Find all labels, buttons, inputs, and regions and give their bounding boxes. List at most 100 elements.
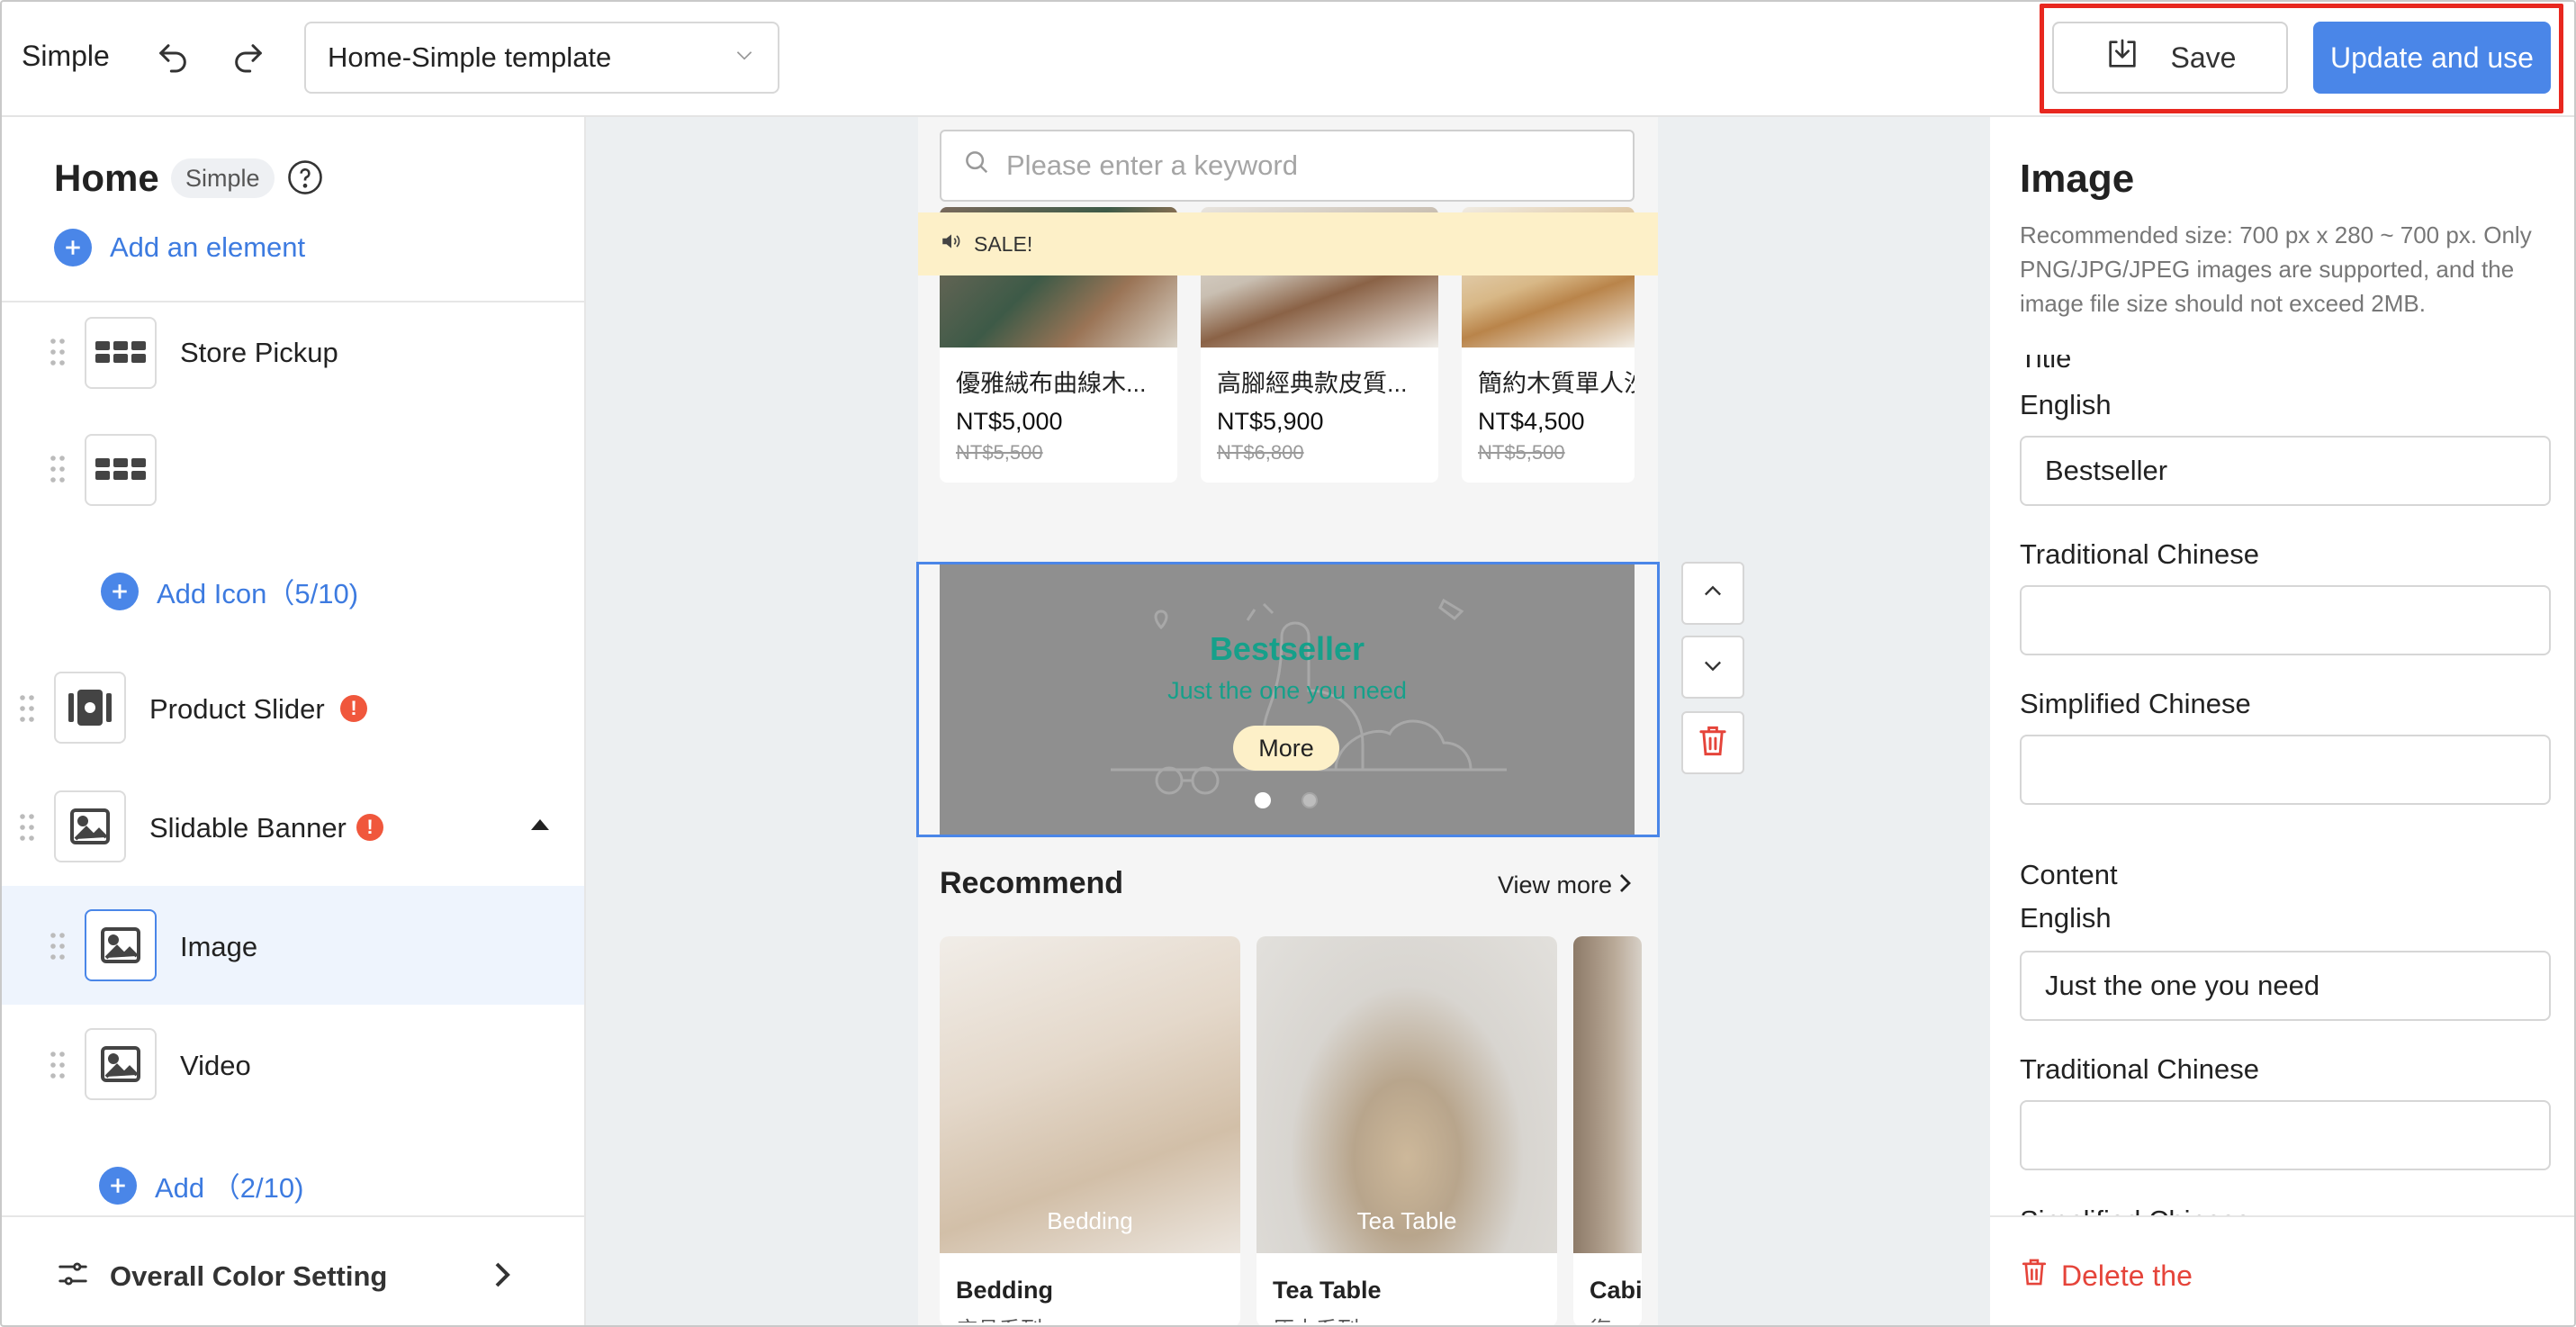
recommend-card[interactable]: Cabi 復古 [1573,936,1642,1327]
delete-block-button[interactable] [1681,711,1744,774]
content-traditional-label: Traditional Chinese [2020,1053,2259,1085]
sidebar-item-slidable-banner[interactable]: Slidable Banner [149,812,347,844]
image-icon [85,909,157,981]
move-up-button[interactable] [1681,562,1744,625]
update-and-use-button[interactable]: Update and use [2313,22,2551,94]
add-icon-button[interactable]: Add Icon（5/10) [101,571,358,611]
trash-icon [1697,724,1729,763]
drag-handle-icon[interactable] [49,454,67,484]
product-price: NT$4,500 [1478,408,1585,435]
page-title: Home [54,157,159,199]
title-section-label: Title [2020,355,2072,371]
product-price: NT$5,900 [1217,408,1324,435]
recommend-name: Tea Table [1273,1277,1382,1304]
product-old-price: NT$6,800 [1217,441,1304,464]
add-icon-label: Add Icon（5/10) [157,578,359,609]
title-traditional-input[interactable] [2020,585,2551,655]
help-icon[interactable] [286,158,324,196]
image-icon [54,790,126,862]
sidebar-item-video[interactable]: Video [180,1050,251,1082]
undo-icon[interactable] [148,32,198,83]
recommend-name: Cabi [1590,1277,1642,1304]
announcement-text: SALE! [974,231,1033,256]
plus-icon [54,229,92,266]
template-badge: Simple [171,158,275,198]
speaker-icon [940,230,963,258]
panel-title: Image [2020,157,2135,201]
grid-icon [85,317,157,389]
drag-handle-icon[interactable] [49,337,67,367]
template-select[interactable]: Home-Simple template [304,22,779,94]
banner-more-button[interactable]: More [1233,726,1339,771]
drag-handle-icon[interactable] [18,812,36,843]
drag-handle-icon[interactable] [49,931,67,961]
view-more-link[interactable]: View more [1498,871,1632,899]
product-name: 高腳經典款皮質... [1217,370,1408,397]
recommend-card[interactable]: Tea Table Tea Table 原木系列 [1256,936,1557,1327]
overall-color-setting-label: Overall Color Setting [110,1260,388,1292]
recommend-image: Tea Table [1256,936,1557,1253]
chevron-down-icon [1700,653,1725,682]
product-name: 簡約木質單人沙 [1478,370,1635,397]
recommend-caption: Tea Table [1356,1207,1457,1234]
add-element-button[interactable]: Add an element [54,229,305,266]
sidebar-item-store-pickup[interactable]: Store Pickup [180,337,338,369]
chevron-down-icon [733,41,756,74]
caret-up-icon[interactable] [531,817,549,835]
content-traditional-input[interactable] [2020,1100,2551,1170]
recommend-caption: Bedding [1047,1207,1133,1234]
recommend-sub: 床具系列 [940,1304,1240,1322]
content-english-label: English [2020,902,2112,934]
add-element-label: Add an element [110,231,306,263]
recommend-image [1573,936,1642,1253]
delete-label: Delete the [2061,1259,2193,1292]
title-english-label: English [2020,389,2112,420]
title-english-input[interactable] [2020,436,2551,506]
sidebar-item-product-slider[interactable]: Product Slider [149,693,325,726]
carousel-dot-active[interactable] [1255,792,1271,808]
product-name: 優雅絨布曲線木... [956,370,1147,397]
delete-image-button[interactable]: Delete the [2020,1257,2193,1295]
divider [0,301,584,302]
search-placeholder: Please enter a keyword [1006,149,1298,181]
trash-icon [2020,1257,2049,1295]
chevron-up-icon [1700,579,1725,609]
product-old-price: NT$5,500 [1478,441,1565,464]
title-simplified-input[interactable] [2020,735,2551,805]
carousel-dot[interactable] [1302,792,1318,808]
image-icon [85,1028,157,1100]
recommend-card[interactable]: Bedding Bedding 床具系列 [940,936,1240,1327]
save-button[interactable]: Save [2052,22,2288,94]
plus-icon [99,1166,137,1205]
drag-handle-icon[interactable] [49,1050,67,1080]
title-traditional-label: Traditional Chinese [2020,538,2259,570]
product-price: NT$5,000 [956,408,1063,435]
content-english-input[interactable] [2020,951,2551,1021]
warning-icon: ! [340,695,367,722]
plus-icon [101,572,139,610]
add-banner-item-label: Add （2/10) [155,1172,304,1204]
view-more-label: View more [1498,871,1613,898]
recommend-name: Bedding [956,1277,1053,1304]
redo-icon[interactable] [223,32,274,83]
sliders-icon [56,1257,90,1295]
announcement-bar: SALE! [918,212,1658,275]
chevron-right-icon[interactable] [491,1262,513,1292]
title-simplified-label: Simplified Chinese [2020,688,2251,719]
grid-icon[interactable] [85,434,157,506]
image-requirements-text: Recommended size: 700 px x 280 ~ 700 px.… [2020,221,2532,317]
recommend-title: Recommend [940,866,1124,900]
recommend-sub: 復古 [1573,1304,1642,1322]
search-icon [963,149,990,183]
move-down-button[interactable] [1681,636,1744,699]
product-slider-icon [54,672,126,744]
recommend-sub: 原木系列 [1256,1304,1557,1322]
search-input[interactable]: Please enter a keyword [940,130,1635,202]
add-banner-item-button[interactable]: Add （2/10) [99,1165,303,1205]
sidebar-item-image[interactable]: Image [180,931,257,963]
drag-handle-icon[interactable] [18,693,36,724]
app-title: Simple [22,40,110,72]
product-old-price: NT$5,500 [956,441,1043,464]
content-section-label: Content [2020,859,2118,890]
banner-subtitle: Just the one you need [1167,677,1407,704]
